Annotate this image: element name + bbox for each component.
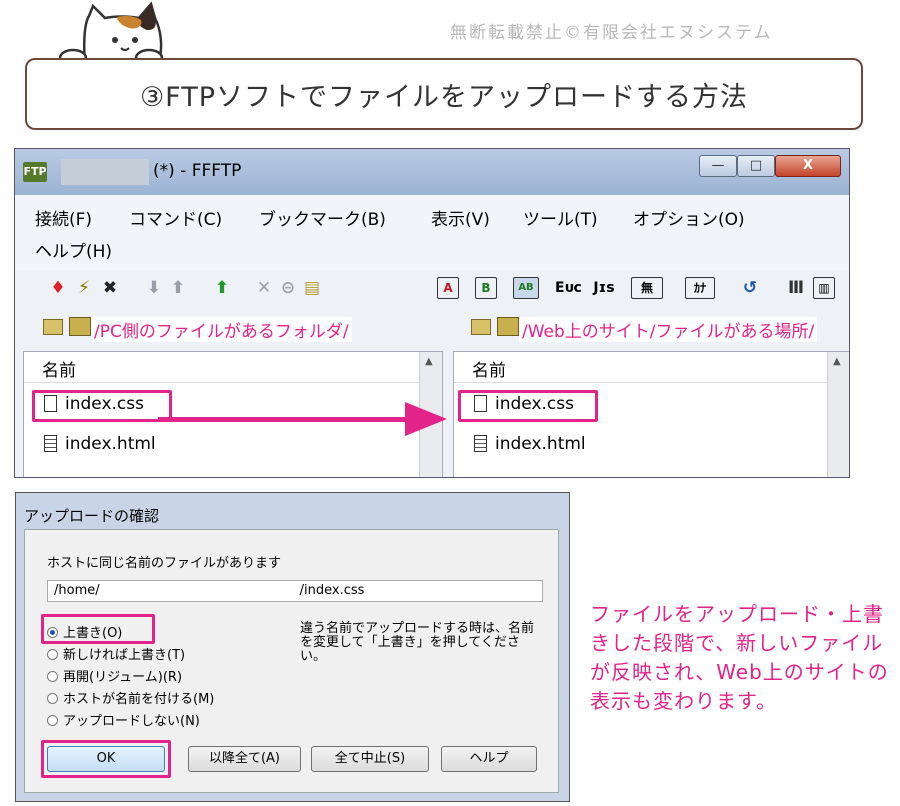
radio-label: アップロードしない(N) xyxy=(63,714,200,729)
radio-icon xyxy=(47,715,58,726)
menu-options[interactable]: オプション(O) xyxy=(633,205,745,230)
kanji-none-button[interactable]: 無 xyxy=(631,277,663,299)
radio-label: 新しければ上書き(T) xyxy=(63,648,186,663)
remote-path-field[interactable]: /home/ /index.css xyxy=(47,580,543,602)
open-folder-icon[interactable] xyxy=(69,317,91,336)
page-title: ③FTPソフトでファイルをアップロードする方法 xyxy=(139,81,749,113)
name-column-label: 名前 xyxy=(472,361,506,381)
local-file-list[interactable]: 名前 ▲ index.css index.html xyxy=(23,351,443,477)
scroll-up-icon[interactable]: ▲ xyxy=(833,356,841,367)
radio-icon xyxy=(47,671,58,682)
ascii-mode-button[interactable]: A xyxy=(437,277,459,299)
cat-mascot-image xyxy=(58,1,164,66)
local-file-highlight xyxy=(32,390,172,422)
list-item[interactable]: index.html xyxy=(474,434,586,454)
radio-host-names[interactable]: ホストが名前を付ける(M) xyxy=(47,688,214,707)
close-button[interactable]: X xyxy=(775,155,841,177)
remote-scrollbar[interactable]: ▲ xyxy=(827,352,849,477)
radio-resume[interactable]: 再開(リジューム)(R) xyxy=(47,666,182,685)
window-titlebar[interactable]: FTP (*) - FFFTP — □ X xyxy=(15,149,849,195)
local-column-header[interactable]: 名前 xyxy=(24,352,442,383)
file-panes: /PC側のファイルがあるフォルダ/ /Web上のサイト/ファイルがある場所/ 名… xyxy=(15,307,849,477)
ok-highlight xyxy=(41,740,171,778)
radio-overwrite-if-newer[interactable]: 新しければ上書き(T) xyxy=(47,644,185,663)
download-arrow-icon[interactable]: ⬇ xyxy=(143,277,165,299)
menu-bar: 接続(F) コマンド(C) ブックマーク(B) 表示(V) ツール(T) オプシ… xyxy=(15,195,849,271)
dialog-body: ホストに同じ名前のファイルがあります /home//index.css 上書き(… xyxy=(24,529,559,793)
minimize-button[interactable]: — xyxy=(699,155,737,177)
parent-folder-icon[interactable] xyxy=(43,319,63,335)
scroll-up-icon[interactable]: ▲ xyxy=(425,356,433,367)
remote-path-text: /Web上のサイト/ファイルがある場所/ xyxy=(519,317,818,342)
local-path-text: /PC側のファイルがあるフォルダ/ xyxy=(91,317,352,342)
remote-column-header[interactable]: 名前 xyxy=(454,352,849,383)
maximize-button[interactable]: □ xyxy=(737,155,775,177)
rename-hint: 違う名前でアップロードする時は、名前を変更して「上書き」を押してください。 xyxy=(300,621,535,664)
delete-icon[interactable]: ✕ xyxy=(253,277,275,299)
menu-view[interactable]: 表示(V) xyxy=(431,205,490,230)
menu-bookmark[interactable]: ブックマーク(B) xyxy=(259,205,386,230)
kana-button[interactable]: ｶﾅ xyxy=(685,277,715,299)
quick-connect-icon[interactable]: ⚡ xyxy=(73,277,95,299)
menu-help[interactable]: ヘルプ(H) xyxy=(35,237,112,262)
path-suffix: /index.css xyxy=(299,583,365,598)
radio-skip-upload[interactable]: アップロードしない(N) xyxy=(47,710,200,729)
radio-label: 再開(リジューム)(R) xyxy=(63,670,183,685)
list-view-icon[interactable]: Ⅲ xyxy=(785,277,807,299)
file-name: index.html xyxy=(65,434,156,454)
document-icon xyxy=(44,435,57,452)
file-name: index.html xyxy=(495,434,586,454)
mirror-upload-icon[interactable]: ⬆ xyxy=(211,277,233,299)
overwrite-highlight xyxy=(41,614,155,644)
detail-view-icon[interactable]: ▥ xyxy=(813,277,835,299)
menu-connect[interactable]: 接続(F) xyxy=(35,205,92,230)
help-button[interactable]: ヘルプ xyxy=(441,746,537,772)
open-folder-icon[interactable] xyxy=(497,317,519,336)
dialog-title: アップロードの確認 xyxy=(24,507,160,525)
hostname-redacted xyxy=(61,159,149,185)
kanji-jis-button[interactable]: Jɪs xyxy=(593,277,615,299)
menu-tools[interactable]: ツール(T) xyxy=(523,205,598,230)
radio-label: ホストが名前を付ける(M) xyxy=(63,692,215,707)
remote-file-list[interactable]: 名前 ▲ index.css index.html xyxy=(453,351,849,477)
new-folder-icon[interactable]: ▤ xyxy=(301,277,323,299)
rename-icon[interactable]: ⊝ xyxy=(277,277,299,299)
connect-plug-icon[interactable]: ♦ xyxy=(47,277,69,299)
dialog-message: ホストに同じ名前のファイルがあります xyxy=(47,556,282,571)
binary-mode-button[interactable]: B xyxy=(475,277,497,299)
radio-icon xyxy=(47,693,58,704)
window-title: (*) - FFFTP xyxy=(153,161,242,181)
apply-all-button[interactable]: 以降全て(A) xyxy=(188,746,301,772)
path-prefix: /home/ xyxy=(54,583,100,598)
list-item[interactable]: index.html xyxy=(44,434,156,454)
ffftp-app-icon: FTP xyxy=(23,162,47,182)
menu-command[interactable]: コマンド(C) xyxy=(129,205,222,230)
radio-icon xyxy=(47,649,58,660)
upload-arrow-icon[interactable]: ⬆ xyxy=(167,277,189,299)
title-banner: ③FTPソフトでファイルをアップロードする方法 xyxy=(25,58,863,130)
cancel-all-button[interactable]: 全て中止(S) xyxy=(311,746,429,772)
toolbar: ♦ ⚡ ✖ ⬇ ⬆ ⬆ ✕ ⊝ ▤ A B AB Eᴜᴄ Jɪs 無 ｶﾅ ↺ … xyxy=(15,271,849,307)
refresh-icon[interactable]: ↺ xyxy=(739,277,761,299)
name-column-label: 名前 xyxy=(42,361,76,381)
explanation-note: ファイルをアップロード・上書きした段階で、新しいファイルが反映され、Web上のサ… xyxy=(590,602,889,713)
auto-mode-button[interactable]: AB xyxy=(513,277,539,299)
upload-confirm-dialog: アップロードの確認 ホストに同じ名前のファイルがあります /home/ /inde… xyxy=(15,492,570,802)
upload-direction-arrow-icon xyxy=(405,402,447,436)
copyright-notice: 無断転載禁止©有限会社エヌシステム xyxy=(450,23,773,43)
disconnect-icon[interactable]: ✖ xyxy=(99,277,121,299)
document-icon xyxy=(474,435,487,452)
parent-folder-icon[interactable] xyxy=(471,319,491,335)
remote-file-highlight xyxy=(458,390,598,422)
kanji-euc-button[interactable]: Eᴜᴄ xyxy=(555,277,582,299)
upload-direction-arrow-shaft xyxy=(158,417,408,422)
